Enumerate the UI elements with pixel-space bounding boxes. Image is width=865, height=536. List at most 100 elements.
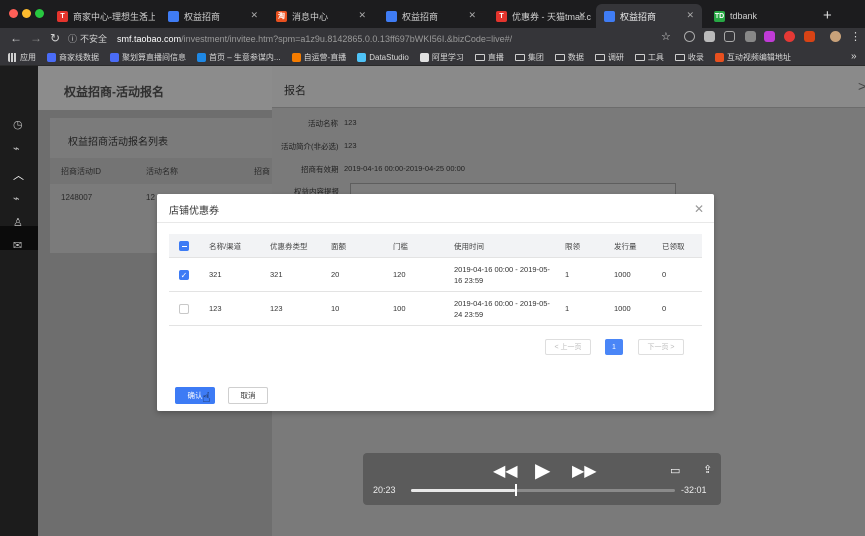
extension-icon[interactable]: [764, 31, 775, 42]
tab-7[interactable]: TD tdbank: [706, 4, 821, 28]
bookmark-icon: [197, 52, 206, 62]
bookmark-icon: [110, 52, 119, 62]
modal-title: 店铺优惠券: [169, 206, 219, 217]
extension-icon[interactable]: [724, 31, 735, 42]
airplay-icon[interactable]: ▭: [670, 464, 680, 477]
folder-icon: [634, 53, 645, 61]
elapsed-time: 20:23: [373, 485, 396, 495]
close-tab-icon[interactable]: ✕: [139, 10, 147, 21]
bookmark-item[interactable]: 工具: [634, 52, 664, 63]
avatar[interactable]: [830, 31, 841, 42]
bookmark-item[interactable]: 首页 – 生意参谋内...: [197, 52, 281, 63]
favicon-icon: T: [496, 10, 507, 22]
bookmark-label: 收录: [687, 52, 704, 62]
list-header: 活动名称: [146, 167, 178, 176]
tab-6[interactable]: 权益招商 ✕: [596, 4, 702, 28]
extension-icon[interactable]: [684, 31, 695, 42]
folder-icon: [554, 53, 565, 61]
forward-icon[interactable]: →: [30, 31, 42, 45]
tab-3[interactable]: 淘消息中心 ✕: [268, 4, 374, 28]
favicon-icon: T: [57, 10, 68, 22]
close-icon[interactable]: ✕: [694, 202, 704, 216]
chevron-up-icon[interactable]: ︿: [13, 167, 24, 183]
close-window-button[interactable]: [9, 9, 18, 18]
tab-2[interactable]: 权益招商 ✕: [160, 4, 266, 28]
close-tab-icon[interactable]: ✕: [358, 10, 366, 21]
clock-icon[interactable]: ◷: [13, 118, 23, 131]
next-page-button[interactable]: 下一页 >: [638, 339, 684, 355]
bookmarks-bar: 应用 商家线数据 聚划算直播间信息 首页 – 生意参谋内... 自运营-直播 DataSt…: [0, 49, 865, 66]
extension-icon[interactable]: [745, 31, 756, 42]
bookmark-item[interactable]: 调研: [594, 52, 624, 63]
tab-label: 权益招商: [620, 11, 657, 22]
bookmark-item[interactable]: 聚划算直播间信息: [110, 52, 186, 63]
close-tab-icon[interactable]: ✕: [250, 10, 258, 21]
bookmark-item[interactable]: 数据: [554, 52, 584, 63]
bookmark-item[interactable]: 商家线数据: [47, 52, 99, 63]
row-checkbox[interactable]: ✓: [179, 270, 189, 280]
user-icon[interactable]: ♙: [13, 216, 23, 229]
bookmark-star-icon[interactable]: ☆: [661, 30, 671, 43]
more-menu-icon[interactable]: ⋮: [850, 30, 861, 43]
rewind-icon[interactable]: ◀◀: [493, 461, 518, 481]
bookmark-item[interactable]: 收录: [674, 52, 704, 63]
bookmark-item[interactable]: 集团: [514, 52, 544, 63]
coupon-type: 123: [270, 304, 283, 313]
bookmark-item[interactable]: 阿里学习: [419, 52, 464, 63]
bookmark-item[interactable]: 自运营-直播: [291, 52, 346, 63]
coupon-name: 321: [209, 270, 222, 279]
fast-forward-icon[interactable]: ▶▶: [572, 461, 597, 481]
bookmark-icon: [47, 52, 56, 62]
close-tab-icon[interactable]: ✕: [468, 10, 476, 21]
select-all-checkbox[interactable]: [179, 241, 189, 251]
close-tab-icon[interactable]: ✕: [686, 10, 694, 21]
folder-icon: [594, 53, 605, 61]
extension-icon[interactable]: [784, 31, 795, 42]
back-icon[interactable]: ←: [10, 31, 22, 45]
extension-icon[interactable]: [804, 31, 815, 42]
new-tab-button[interactable]: +: [823, 7, 832, 24]
favicon-icon: [604, 10, 615, 22]
prev-page-button[interactable]: < 上一页: [545, 339, 591, 355]
field-label: 活动简介(非必选): [281, 142, 339, 151]
column-header: 门槛: [393, 242, 408, 251]
list-title: 权益招商活动报名列表: [68, 137, 168, 148]
folder-icon: [674, 53, 685, 61]
extension-icon[interactable]: [704, 31, 715, 42]
coupon-modal: [157, 194, 714, 411]
minimize-window-button[interactable]: [22, 9, 31, 18]
tab-label: 消息中心: [292, 11, 329, 22]
tab-label: 权益招商: [402, 11, 439, 22]
paperclip-icon[interactable]: ⌁: [13, 142, 20, 155]
mail-icon[interactable]: ✉: [13, 239, 22, 252]
bookmark-item[interactable]: 应用: [8, 52, 36, 63]
column-header: 名称/渠道: [209, 242, 242, 251]
coupon-time: 2019-04-16 00:00 - 2019-05-: [454, 299, 550, 308]
bookmark-label: 工具: [647, 52, 664, 62]
tab-5[interactable]: T 优惠券 - 天猫tmall.c ✕: [488, 4, 594, 28]
info-icon[interactable]: ⓘ: [68, 32, 77, 45]
reload-icon[interactable]: ↻: [50, 31, 60, 45]
row-checkbox[interactable]: [179, 304, 189, 314]
tab-4[interactable]: 权益招商 ✕: [378, 4, 484, 28]
tab-1[interactable]: T 商家中心-理想生活上 ✕: [49, 4, 155, 28]
page-1-button[interactable]: 1: [605, 339, 623, 355]
close-tab-icon[interactable]: ✕: [578, 10, 586, 21]
play-icon[interactable]: ▶: [535, 458, 550, 483]
paperclip-icon[interactable]: ⌁: [13, 192, 20, 205]
share-icon[interactable]: ⇪: [703, 463, 712, 476]
close-icon[interactable]: >: [858, 78, 865, 94]
bookmark-item[interactable]: 直播: [474, 52, 504, 63]
maximize-window-button[interactable]: [35, 9, 44, 18]
cancel-button[interactable]: 取消: [228, 387, 268, 404]
bookmark-item[interactable]: DataStudio: [357, 52, 409, 62]
address-bar[interactable]: ⓘ 不安全 smf.taobao.com/investment/invitee.…: [68, 30, 680, 47]
field-value: 123: [344, 118, 357, 127]
scrubber-handle[interactable]: [515, 484, 517, 496]
column-header: 面额: [331, 242, 346, 251]
column-header: 已领取: [662, 242, 685, 251]
more-bookmarks-icon[interactable]: »: [851, 51, 857, 62]
tab-label: tdbank: [730, 11, 758, 21]
bookmark-item[interactable]: 互动视频编辑地址: [714, 52, 791, 63]
list-header: 招商: [254, 167, 270, 176]
